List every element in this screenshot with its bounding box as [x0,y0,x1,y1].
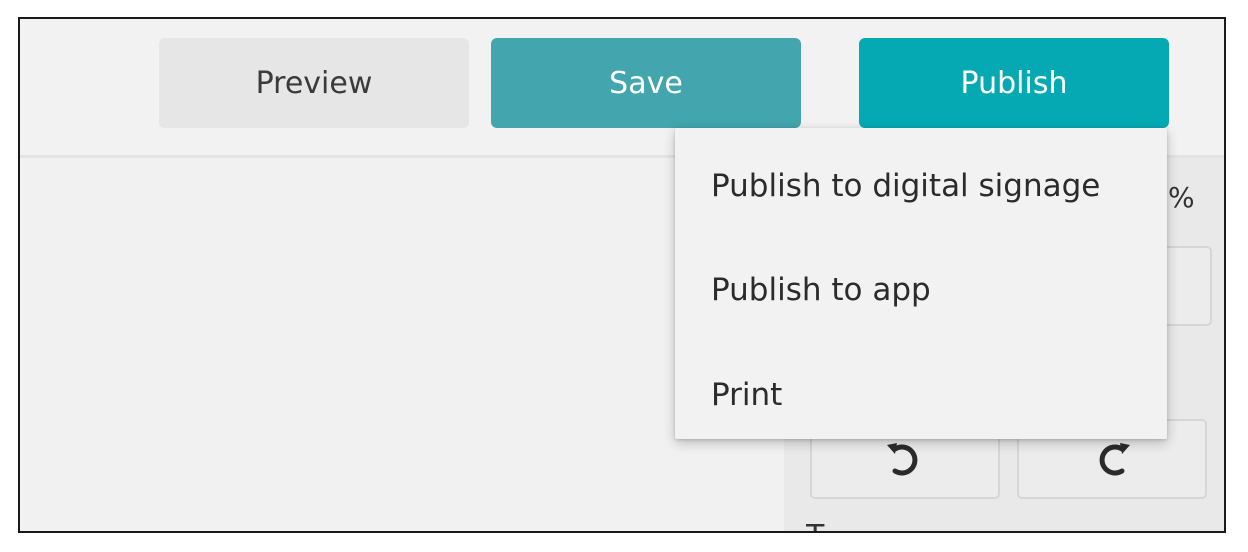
preview-button[interactable]: Preview [159,38,469,128]
menu-item-publish-app[interactable]: Publish to app [711,272,931,308]
zoom-percent-label: % [1168,181,1195,214]
redo-icon [1090,435,1134,483]
panel-section-label: T [806,522,896,531]
design-canvas[interactable] [20,158,784,531]
editor-window: Preview Save Publish % T Publish to digi… [18,17,1226,533]
save-button[interactable]: Save [491,38,801,128]
publish-dropdown-menu: Publish to digital signage Publish to ap… [675,128,1167,439]
publish-button[interactable]: Publish [859,38,1169,128]
menu-item-print[interactable]: Print [711,377,782,413]
menu-item-publish-digital-signage[interactable]: Publish to digital signage [711,168,1100,204]
undo-icon [883,435,927,483]
